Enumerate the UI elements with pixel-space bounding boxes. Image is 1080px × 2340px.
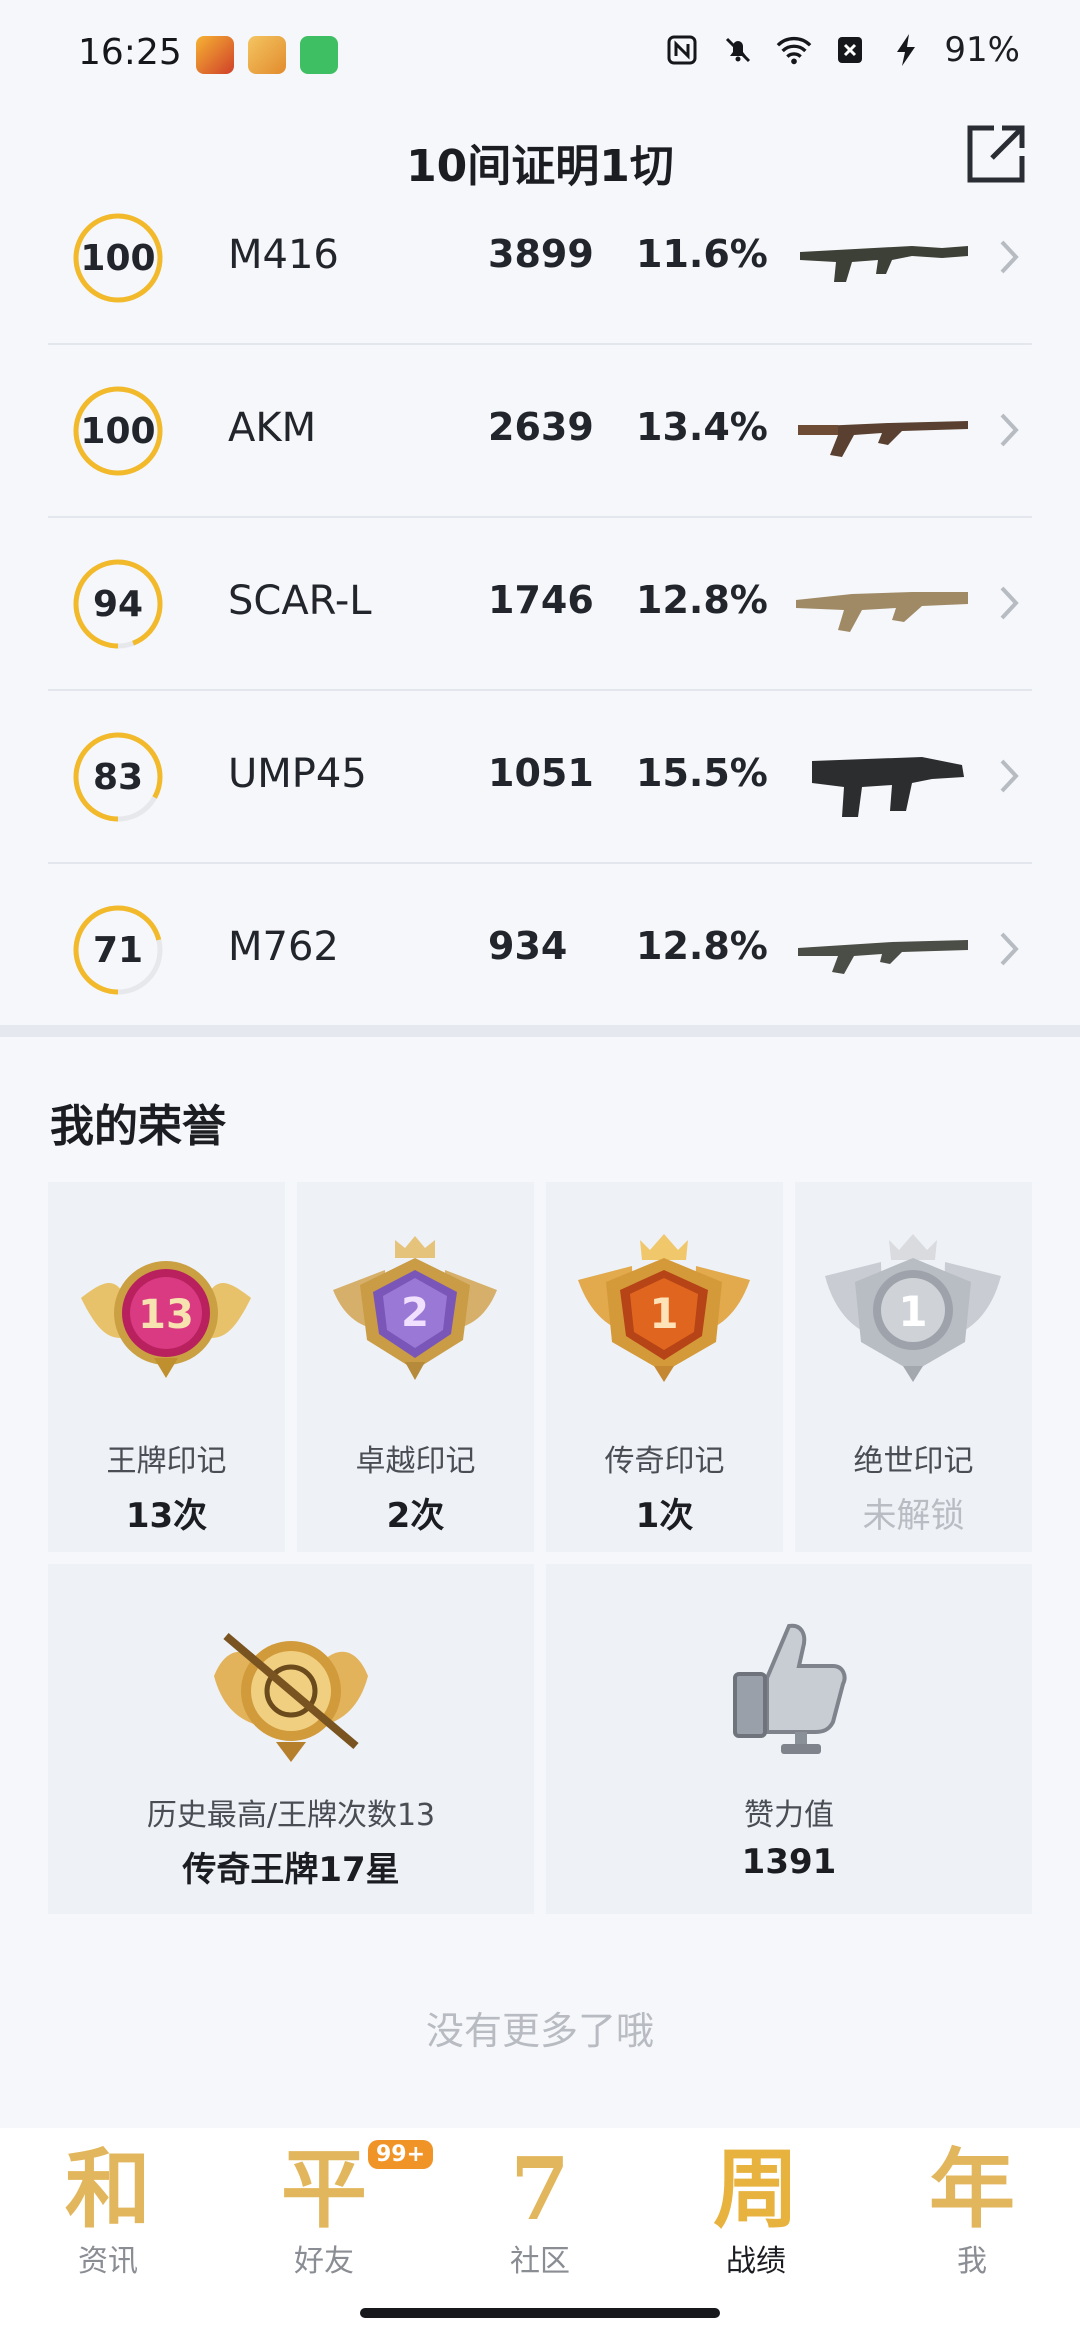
page-title: 10间证明1切 [406, 141, 674, 192]
likes-card[interactable]: 赞力值 1391 [546, 1564, 1032, 1914]
mark-card-excellent[interactable]: 2 卓越印记 2次 [297, 1182, 534, 1552]
home-indicator[interactable] [360, 2308, 720, 2318]
no-sim-icon [832, 32, 868, 68]
mark-label: 绝世印记 [853, 1444, 974, 1479]
weapon-name: AKM [228, 405, 317, 451]
mark-card-ace[interactable]: 13 王牌印记 13次 [48, 1182, 285, 1552]
weapon-name: UMP45 [228, 751, 367, 797]
weapon-image [796, 592, 968, 632]
mark-count: 1次 [635, 1496, 694, 1536]
weapon-name: M762 [228, 924, 339, 970]
chevron-right-icon [1000, 932, 1019, 966]
weapon-score: 71 [92, 929, 144, 971]
tab-label: 资讯 [78, 2244, 138, 2279]
app-notification-icon [196, 36, 234, 74]
weapon-list: 100 M416 3899 11.6% 100 AKM 2639 13.4% 94 SCAR-L 1… [48, 213, 1032, 1035]
excellent-badge-number: 2 [401, 1290, 429, 1336]
peerless-mark-badge-icon: 1 [825, 1234, 1001, 1382]
weapon-row[interactable]: 100 AKM 2639 13.4% [48, 345, 1032, 518]
notification-count-badge: 99+ [368, 2140, 434, 2169]
friends-tab-icon: 平 [281, 2139, 367, 2240]
mark-locked-status: 未解锁 [862, 1496, 965, 1536]
app-notification-icon [248, 36, 286, 74]
tab-friends[interactable]: 平 99+ 好友 [216, 2139, 434, 2290]
weapon-image [812, 757, 964, 817]
mark-count: 2次 [386, 1496, 445, 1536]
chevron-right-icon [1000, 759, 1019, 793]
tab-label: 社区 [510, 2244, 570, 2279]
weapon-name: M416 [228, 232, 339, 278]
honors-section-title: 我的荣誉 [50, 1101, 226, 1152]
section-divider [0, 1025, 1080, 1037]
weapon-percentage: 12.8% [636, 578, 768, 622]
community-tab-icon: 7 [510, 2139, 570, 2240]
tab-community[interactable]: 7 社区 [432, 2140, 648, 2290]
weapon-row[interactable]: 100 M416 3899 11.6% [48, 213, 1032, 345]
security-app-icon [300, 36, 338, 74]
weapon-kills: 2639 [488, 405, 594, 449]
weapon-kills: 1051 [488, 751, 594, 795]
likes-label: 赞力值 [744, 1798, 834, 1833]
history-best-card[interactable]: 历史最高/王牌次数13 传奇王牌17星 [48, 1564, 534, 1914]
thumbs-up-trophy-icon [733, 1623, 847, 1754]
weapon-score: 94 [92, 583, 144, 625]
wifi-icon [776, 32, 812, 68]
weapon-percentage: 11.6% [636, 232, 768, 276]
weapon-percentage: 15.5% [636, 751, 768, 795]
legend-mark-badge-icon: 1 [578, 1234, 750, 1382]
status-time: 16:25 [78, 32, 182, 73]
nfc-icon [664, 32, 700, 68]
chevron-right-icon [1000, 413, 1019, 447]
history-label: 历史最高/王牌次数13 [146, 1798, 436, 1833]
weapon-row[interactable]: 83 UMP45 1051 15.5% [48, 691, 1032, 864]
weapon-image [798, 421, 968, 457]
status-bar: 16:25 91% [0, 0, 1080, 110]
mark-label: 王牌印记 [106, 1444, 227, 1479]
ace-badge-number: 13 [138, 1292, 194, 1338]
weapon-score: 100 [80, 237, 156, 279]
weapon-kills: 3899 [488, 232, 594, 276]
weapon-score: 100 [80, 410, 156, 452]
tab-label: 我 [957, 2244, 987, 2279]
legend-badge-number: 1 [649, 1289, 678, 1338]
charging-icon [888, 32, 924, 68]
mark-card-peerless[interactable]: 1 绝世印记 未解锁 [795, 1182, 1032, 1552]
tab-label: 好友 [294, 2244, 354, 2279]
external-link-icon [967, 125, 1025, 183]
weapon-image [800, 246, 968, 282]
weapon-kills: 1746 [488, 578, 594, 622]
chevron-right-icon [1000, 586, 1019, 620]
weapon-row[interactable]: 94 SCAR-L 1746 12.8% [48, 518, 1032, 691]
weapon-image [798, 940, 968, 974]
weapon-row[interactable]: 71 M762 934 12.8% [48, 864, 1032, 1035]
mark-label: 传奇印记 [604, 1444, 725, 1479]
weapon-score: 83 [92, 756, 144, 798]
mark-label: 卓越印记 [355, 1444, 476, 1479]
history-value: 传奇王牌17星 [182, 1850, 400, 1890]
tab-news[interactable]: 和 资讯 [0, 2140, 216, 2290]
weapon-percentage: 12.8% [636, 924, 768, 968]
weapon-percentage: 13.4% [636, 405, 768, 449]
battery-percent: 91% [944, 30, 1020, 70]
tab-records[interactable]: 周 战绩 [648, 2140, 864, 2290]
legend-ace-rank-icon [214, 1632, 368, 1762]
likes-value: 1391 [741, 1842, 837, 1882]
mark-count: 13次 [125, 1496, 208, 1536]
news-tab-icon: 和 [65, 2139, 151, 2240]
weapon-kills: 934 [488, 924, 568, 968]
ace-mark-badge-icon: 13 [81, 1261, 251, 1378]
mute-icon [720, 32, 756, 68]
tab-label: 战绩 [726, 2244, 786, 2279]
tab-me[interactable]: 年 我 [864, 2140, 1080, 2290]
mark-card-legend[interactable]: 1 传奇印记 1次 [546, 1182, 783, 1552]
me-tab-icon: 年 [929, 2139, 1015, 2240]
end-of-list-note: 没有更多了哦 [425, 2009, 654, 2053]
weapon-name: SCAR-L [228, 578, 372, 624]
records-tab-icon: 周 [713, 2139, 799, 2240]
chevron-right-icon [1000, 240, 1019, 274]
share-button[interactable] [964, 122, 1028, 186]
peerless-badge-number: 1 [898, 1287, 927, 1336]
excellent-mark-badge-icon: 2 [333, 1236, 497, 1380]
